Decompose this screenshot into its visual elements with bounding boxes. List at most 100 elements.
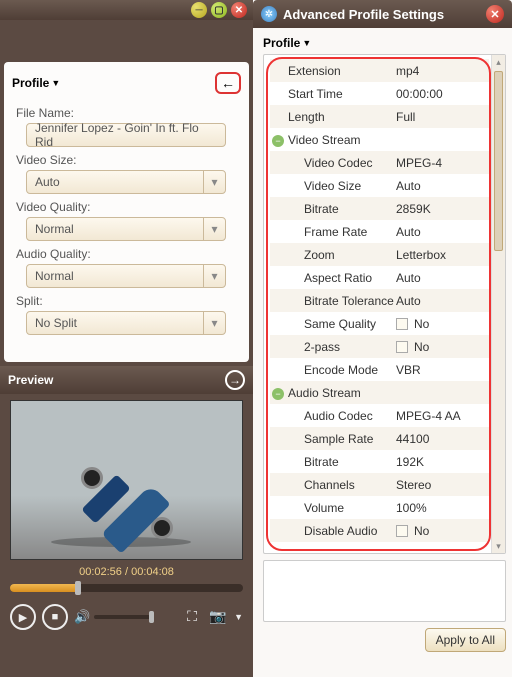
audio-quality-value: Normal	[35, 269, 74, 283]
volume-icon[interactable]: 🔊	[74, 609, 88, 625]
row-volume-value[interactable]: 100%	[396, 501, 489, 515]
dropdown-icon: ▼	[302, 38, 311, 48]
video-size-value: Auto	[35, 175, 60, 189]
row-same-quality-value[interactable]: No	[396, 317, 489, 331]
row-sample-rate-value[interactable]: 44100	[396, 432, 489, 446]
checkbox-icon[interactable]	[396, 318, 408, 330]
file-name-value: Jennifer Lopez - Goin' In ft. Flo Rid	[35, 121, 217, 149]
row-start-time-label: Start Time	[270, 87, 396, 101]
stop-button[interactable]: ■	[42, 604, 68, 630]
row-length-value[interactable]: Full	[396, 110, 489, 124]
row-audio-codec-label: Audio Codec	[270, 409, 396, 423]
preview-next-button[interactable]: →	[225, 370, 245, 390]
split-value: No Split	[35, 316, 77, 330]
row-encode-mode-label: Encode Mode	[270, 363, 396, 377]
snapshot-icon[interactable]: 📷	[208, 608, 228, 626]
dialog-titlebar: ✲ Advanced Profile Settings ✕	[253, 0, 512, 28]
row-video-codec-label: Video Codec	[270, 156, 396, 170]
collapse-icon[interactable]: −	[272, 388, 284, 400]
row-sample-rate-label: Sample Rate	[270, 432, 396, 446]
row-2pass-value[interactable]: No	[396, 340, 489, 354]
row-video-size-label: Video Size	[270, 179, 396, 193]
dropdown-icon: ▼	[51, 78, 60, 88]
row-disable-audio-label: Disable Audio	[270, 524, 396, 538]
row-bitrate-tolerance-value[interactable]: Auto	[396, 294, 489, 308]
row-start-time-value[interactable]: 00:00:00	[396, 87, 489, 101]
checkbox-icon[interactable]	[396, 341, 408, 353]
row-2pass-label: 2-pass	[270, 340, 396, 354]
description-textarea[interactable]	[263, 560, 506, 622]
row-audio-bitrate-label: Bitrate	[270, 455, 396, 469]
row-video-codec-value[interactable]: MPEG-4	[396, 156, 489, 170]
row-video-size-value[interactable]: Auto	[396, 179, 489, 193]
profile-form: Profile▼ ← File Name: Jennifer Lopez - G…	[4, 62, 249, 362]
video-quality-label: Video Quality:	[16, 200, 241, 214]
audio-quality-select[interactable]: Normal ▾	[26, 264, 226, 288]
chevron-down-icon: ▾	[203, 171, 225, 193]
row-encode-mode-value[interactable]: VBR	[396, 363, 489, 377]
minimize-button[interactable]: ─	[191, 2, 207, 18]
scroll-thumb[interactable]	[494, 71, 503, 251]
row-disable-audio-value[interactable]: No	[396, 524, 489, 538]
fullscreen-icon[interactable]: ⛶	[182, 608, 202, 626]
header-spacer	[0, 20, 253, 62]
row-audio-bitrate-value[interactable]: 192K	[396, 455, 489, 469]
chevron-down-icon: ▾	[203, 265, 225, 287]
row-zoom-value[interactable]: Letterbox	[396, 248, 489, 262]
preview-header: Preview →	[0, 366, 253, 394]
play-button[interactable]: ▶	[10, 604, 36, 630]
gear-icon: ✲	[261, 6, 277, 22]
row-aspect-ratio-label: Aspect Ratio	[270, 271, 396, 285]
apply-to-all-button[interactable]: Apply to All	[425, 628, 506, 652]
back-button[interactable]: ←	[215, 72, 241, 94]
row-frame-rate-label: Frame Rate	[270, 225, 396, 239]
close-button[interactable]: ✕	[231, 2, 247, 18]
row-video-bitrate-value[interactable]: 2859K	[396, 202, 489, 216]
scrollbar[interactable]: ▴ ▾	[491, 55, 505, 553]
collapse-icon[interactable]: −	[272, 135, 284, 147]
row-audio-codec-value[interactable]: MPEG-4 AA	[396, 409, 489, 423]
checkbox-icon[interactable]	[396, 525, 408, 537]
video-size-label: Video Size:	[16, 153, 241, 167]
chevron-down-icon: ▾	[203, 218, 225, 240]
settings-table: Extensionmp4 Start Time00:00:00 LengthFu…	[263, 54, 506, 554]
video-quality-select[interactable]: Normal ▾	[26, 217, 226, 241]
scroll-down-icon[interactable]: ▾	[492, 539, 505, 553]
row-extension-value[interactable]: mp4	[396, 64, 489, 78]
row-bitrate-tolerance-label: Bitrate Tolerance	[270, 294, 396, 308]
video-quality-value: Normal	[35, 222, 74, 236]
profile-dropdown-label: Profile	[263, 36, 300, 50]
seek-bar[interactable]	[10, 584, 243, 592]
row-extension-label: Extension	[270, 64, 396, 78]
profile-header[interactable]: Profile▼	[12, 76, 60, 90]
file-name-input[interactable]: Jennifer Lopez - Goin' In ft. Flo Rid	[26, 123, 226, 147]
row-video-bitrate-label: Bitrate	[270, 202, 396, 216]
row-channels-label: Channels	[270, 478, 396, 492]
chevron-down-icon: ▾	[203, 312, 225, 334]
row-audio-stream[interactable]: −Audio Stream	[270, 386, 396, 400]
file-name-label: File Name:	[16, 106, 241, 120]
preview-area: 00:02:56 / 00:04:08 ▶ ■ 🔊 ⛶ 📷 ▼	[0, 394, 253, 677]
row-volume-label: Volume	[270, 501, 396, 515]
row-zoom-label: Zoom	[270, 248, 396, 262]
row-same-quality-label: Same Quality	[270, 317, 396, 331]
snapshot-dropdown-icon[interactable]: ▼	[234, 612, 243, 622]
split-label: Split:	[16, 294, 241, 308]
window-controls: ─ ▢ ✕	[0, 0, 253, 20]
volume-slider[interactable]	[94, 615, 154, 619]
timecode: 00:02:56 / 00:04:08	[10, 566, 243, 578]
preview-title: Preview	[8, 373, 53, 387]
row-video-stream[interactable]: −Video Stream	[270, 133, 396, 147]
audio-quality-label: Audio Quality:	[16, 247, 241, 261]
video-size-select[interactable]: Auto ▾	[26, 170, 226, 194]
dialog-close-button[interactable]: ✕	[486, 5, 504, 23]
dialog-title: Advanced Profile Settings	[283, 7, 480, 22]
row-aspect-ratio-value[interactable]: Auto	[396, 271, 489, 285]
preview-image[interactable]	[10, 400, 243, 560]
maximize-button[interactable]: ▢	[211, 2, 227, 18]
scroll-up-icon[interactable]: ▴	[492, 55, 505, 69]
profile-dropdown[interactable]: Profile▼	[263, 36, 506, 50]
row-frame-rate-value[interactable]: Auto	[396, 225, 489, 239]
split-select[interactable]: No Split ▾	[26, 311, 226, 335]
row-channels-value[interactable]: Stereo	[396, 478, 489, 492]
